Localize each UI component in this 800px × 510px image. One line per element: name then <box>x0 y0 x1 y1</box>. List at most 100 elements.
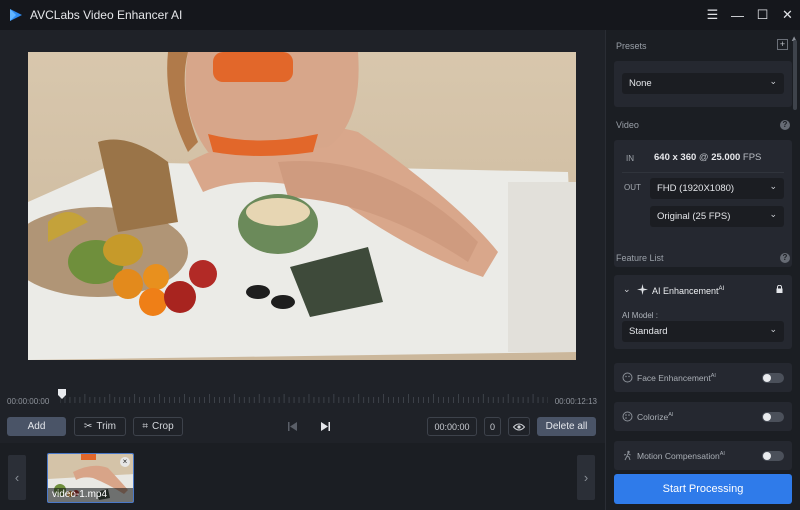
close-icon[interactable]: ✕ <box>775 7 800 23</box>
face-enhancement-label-text: Face Enhancement <box>637 373 711 383</box>
time-input-value: 00:00:00 <box>434 421 470 432</box>
app-window: AVCLabs Video Enhancer AI ☰ — ☐ ✕ 00:00:… <box>0 0 800 510</box>
clip-strip: ‹ video-1.mp4 × › <box>0 443 605 510</box>
chevron-down-icon: ⌄ <box>769 209 777 219</box>
collapse-chevron-icon[interactable]: ⌄ <box>623 284 631 295</box>
in-label: IN <box>626 154 634 163</box>
motion-icon <box>623 450 631 461</box>
title-bar: AVCLabs Video Enhancer AI ☰ — ☐ ✕ <box>0 0 800 30</box>
skip-back-icon[interactable] <box>288 422 297 431</box>
timeline-ruler[interactable] <box>60 393 548 403</box>
palette-icon <box>622 411 633 422</box>
colorize-row: ColorizeAI <box>614 402 792 431</box>
minimize-icon[interactable]: — <box>725 8 750 23</box>
ai-enhancement-card: ⌄ AI EnhancementAI AI Model : Standard ⌄ <box>614 275 792 349</box>
colorize-badge: AI <box>668 412 674 419</box>
out-label: OUT <box>624 183 641 192</box>
input-at-sign: @ <box>698 152 709 163</box>
preview-toggle-button[interactable] <box>508 417 530 436</box>
input-fps-value: 25.000 <box>711 152 741 163</box>
ai-enhancement-title-text: AI Enhancement <box>652 286 719 296</box>
motion-compensation-label-text: Motion Compensation <box>637 451 720 461</box>
output-resolution-select[interactable]: FHD (1920X1080) ⌄ <box>650 178 784 199</box>
add-preset-icon[interactable]: + <box>777 39 788 50</box>
preset-select-value: None <box>629 78 652 89</box>
chevron-down-icon: ⌄ <box>769 181 777 191</box>
face-enhancement-toggle[interactable] <box>762 373 784 383</box>
scissors-icon: ✂ <box>83 421 93 432</box>
colorize-toggle[interactable] <box>762 412 784 422</box>
feature-help-icon[interactable]: ? <box>780 253 790 263</box>
face-icon <box>622 372 633 383</box>
chevron-down-icon: ⌄ <box>769 324 777 334</box>
start-processing-label: Start Processing <box>662 483 744 495</box>
clip-thumbnail-label: video-1.mp4 <box>48 488 133 502</box>
play-icon[interactable] <box>321 422 330 431</box>
input-fps-unit: FPS <box>742 152 762 163</box>
crop-icon: ⌗ <box>142 421 148 432</box>
video-label: Video <box>616 120 639 130</box>
presets-label: Presets <box>616 41 647 51</box>
presets-card: None ⌄ <box>614 61 792 107</box>
add-button[interactable]: Add <box>7 417 66 436</box>
ai-enhancement-title: AI EnhancementAI <box>652 286 724 296</box>
timeline[interactable]: 00:00:00:00 00:00:12:13 <box>0 383 605 413</box>
settings-panel: ▲ Presets + None ⌄ Video ? IN 640 x 360 … <box>605 30 800 510</box>
time-input[interactable]: 00:00:00 <box>427 417 477 436</box>
video-preview[interactable] <box>28 52 576 360</box>
lock-icon <box>776 285 783 293</box>
face-enhancement-label: Face EnhancementAI <box>637 373 716 383</box>
motion-compensation-toggle[interactable] <box>762 451 784 461</box>
chevron-right-icon[interactable]: › <box>577 455 595 500</box>
crop-button-label: Crop <box>151 421 174 432</box>
crop-button[interactable]: ⌗ Crop <box>133 417 183 436</box>
video-help-icon[interactable]: ? <box>780 120 790 130</box>
menu-icon[interactable]: ☰ <box>700 7 725 23</box>
window-controls: ☰ — ☐ ✕ <box>700 0 800 30</box>
chevron-left-icon[interactable]: ‹ <box>8 455 26 500</box>
chevron-down-icon: ⌄ <box>769 76 777 86</box>
face-enhancement-row: Face EnhancementAI <box>614 363 792 392</box>
colorize-label: ColorizeAI <box>637 412 673 422</box>
trim-button[interactable]: ✂ Trim <box>74 417 126 436</box>
playhead-handle[interactable] <box>58 389 66 399</box>
output-resolution-value: FHD (1920X1080) <box>657 183 735 194</box>
app-title: AVCLabs Video Enhancer AI <box>30 8 183 22</box>
editor-area: 00:00:00:00 00:00:12:13 Add ✂ Trim ⌗ Cro… <box>0 30 605 510</box>
video-frame-image <box>28 52 576 360</box>
input-video-info: 640 x 360 @ 25.000 FPS <box>654 152 761 163</box>
colorize-label-text: Colorize <box>637 412 669 422</box>
ai-badge: AI <box>718 286 725 292</box>
scrollbar-thumb[interactable] <box>793 40 797 110</box>
add-button-label: Add <box>27 421 46 432</box>
preset-select[interactable]: None ⌄ <box>622 73 784 94</box>
motion-compensation-badge: AI <box>719 451 725 458</box>
delete-all-button[interactable]: Delete all <box>537 417 596 436</box>
output-fps-value: Original (25 FPS) <box>657 211 731 222</box>
panel-scrollbar[interactable]: ▲ <box>790 30 798 470</box>
output-fps-select[interactable]: Original (25 FPS) ⌄ <box>650 206 784 227</box>
eye-icon <box>513 423 525 430</box>
edit-toolbar: Add ✂ Trim ⌗ Crop 00:00:00 0 Delete all <box>0 413 605 443</box>
trim-button-label: Trim <box>96 421 116 432</box>
motion-compensation-label: Motion CompensationAI <box>637 451 725 461</box>
frame-input-value: 0 <box>489 421 495 432</box>
ai-model-select[interactable]: Standard ⌄ <box>622 321 784 342</box>
remove-clip-icon[interactable]: × <box>120 457 130 467</box>
maximize-icon[interactable]: ☐ <box>750 7 775 23</box>
ai-model-value: Standard <box>629 326 668 337</box>
input-resolution: 640 x 360 <box>654 152 697 163</box>
ai-model-label: AI Model : <box>622 311 659 320</box>
motion-compensation-row: Motion CompensationAI <box>614 441 792 470</box>
divider <box>622 172 784 173</box>
app-logo-icon <box>10 9 22 21</box>
timeline-end-time: 00:00:12:13 <box>554 397 597 406</box>
sparkle-icon <box>637 284 648 295</box>
start-processing-button[interactable]: Start Processing <box>614 474 792 504</box>
delete-all-button-label: Delete all <box>545 421 588 432</box>
feature-list-label: Feature List <box>616 253 664 263</box>
face-enhancement-badge: AI <box>710 373 716 380</box>
clip-thumbnail[interactable]: video-1.mp4 × <box>47 453 134 503</box>
video-card: IN 640 x 360 @ 25.000 FPS OUT FHD (1920X… <box>614 140 792 267</box>
frame-input[interactable]: 0 <box>484 417 501 436</box>
